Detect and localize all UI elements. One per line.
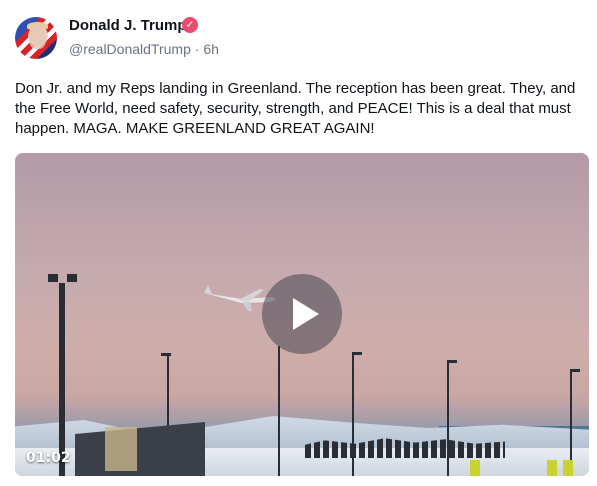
- person-hi-vis: [563, 460, 573, 476]
- meta-separator: ·: [190, 41, 204, 57]
- light-tower: [59, 283, 65, 476]
- avatar-face: [29, 25, 46, 49]
- lamp-pole: [278, 346, 280, 476]
- author-handle[interactable]: @realDonaldTrump: [69, 41, 191, 57]
- video-player[interactable]: 01:02: [15, 153, 589, 476]
- play-icon: [293, 298, 319, 330]
- post-text: Don Jr. and my Reps landing in Greenland…: [15, 80, 576, 137]
- post-meta: @realDonaldTrump · 6h: [69, 40, 219, 58]
- person-hi-vis: [470, 460, 480, 476]
- light-tower-lamp-left: [48, 274, 58, 282]
- lamp-head: [161, 353, 171, 356]
- post-time[interactable]: 6h: [203, 41, 219, 57]
- light-tower-lamp-right: [67, 274, 77, 282]
- lamp-head: [447, 360, 457, 363]
- building-window: [105, 427, 137, 471]
- verified-badge-icon: ✓: [182, 17, 198, 33]
- lamp-head: [352, 352, 362, 355]
- lamp-pole: [447, 360, 449, 476]
- person-hi-vis: [547, 460, 557, 476]
- lamp-head: [570, 369, 580, 372]
- author-name[interactable]: Donald J. Trump: [69, 17, 187, 35]
- author-avatar[interactable]: [15, 17, 57, 59]
- video-duration: 01:02: [26, 450, 71, 466]
- play-button[interactable]: [262, 274, 342, 354]
